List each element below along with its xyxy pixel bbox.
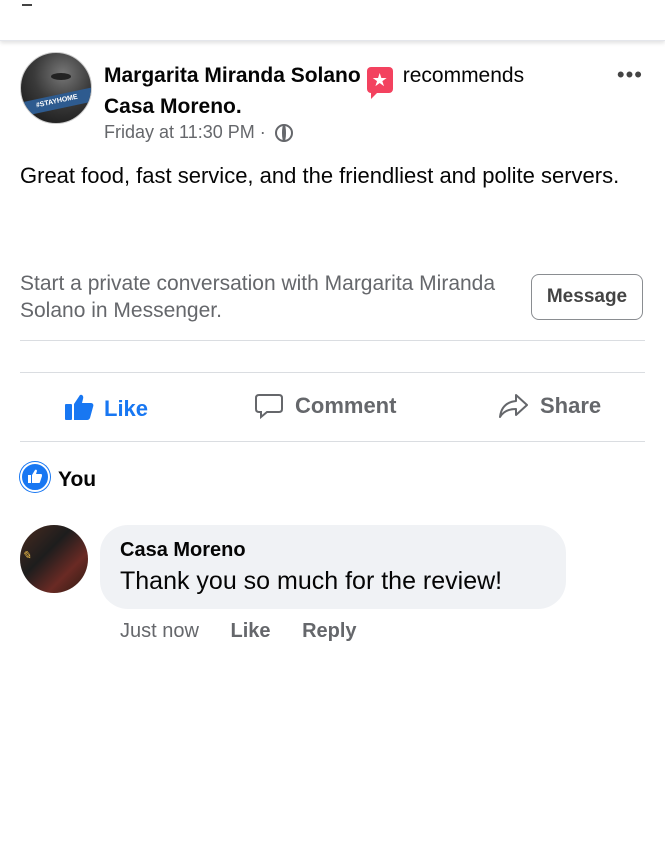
author-name[interactable]: Margarita Miranda Solano	[104, 64, 361, 87]
comment-button[interactable]: Comment	[255, 393, 396, 419]
like-reaction-icon	[20, 462, 50, 492]
reactions-summary[interactable]: You	[20, 462, 96, 492]
comment-text: Thank you so much for the review!	[120, 567, 503, 595]
like-label: Like	[104, 396, 149, 421]
avatar-sign-icon: ✎	[22, 550, 32, 562]
commenter-avatar[interactable]: ✎	[20, 525, 88, 593]
recommend-text: recommends	[402, 64, 525, 87]
recommend-badge-icon: ★	[366, 67, 393, 99]
more-options-icon[interactable]: •••	[617, 62, 643, 88]
comment-icon	[255, 394, 283, 419]
comment-bubble: Casa Moreno Thank you so much for the re…	[100, 525, 566, 609]
post-timestamp[interactable]: Friday at 11:30 PM	[104, 122, 255, 142]
reactions-label: You	[58, 468, 97, 491]
messenger-prompt: Start a private conversation with Margar…	[20, 268, 645, 341]
place-name[interactable]: Casa Moreno.	[104, 95, 242, 118]
comment-like-link[interactable]: Like	[231, 620, 271, 642]
post-header: #STAYHOME Margarita Miranda Solano ★ recom…	[20, 52, 645, 152]
thumbs-up-icon	[65, 394, 94, 420]
share-button[interactable]: Share	[498, 393, 601, 419]
top-bar	[0, 0, 665, 41]
like-button[interactable]: Like	[64, 393, 148, 422]
comment-reply-link[interactable]: Reply	[302, 620, 356, 642]
author-line: Margarita Miranda Solano ★ recommends Casa…	[104, 62, 624, 121]
messenger-prompt-text: Start a private conversation with Margar…	[20, 272, 496, 322]
avatar-eye	[51, 73, 71, 80]
avatar-caption: #STAYHOME	[21, 86, 91, 118]
comment-time: Just now	[120, 620, 199, 642]
post-text: Great food, fast service, and the friend…	[20, 163, 620, 188]
message-button[interactable]: Message	[531, 274, 643, 320]
author-avatar[interactable]: #STAYHOME	[20, 52, 92, 124]
globe-icon	[274, 124, 293, 142]
post-meta: Friday at 11:30 PM ·	[104, 122, 293, 143]
cropped-edge	[22, 0, 32, 6]
comment-author[interactable]: Casa Moreno	[120, 539, 246, 562]
comment-meta: Just now Like Reply	[120, 620, 383, 643]
share-label: Share	[540, 393, 602, 418]
share-icon	[499, 394, 528, 418]
comment-label: Comment	[295, 393, 397, 418]
meta-separator: ·	[259, 122, 266, 142]
post-actions: Like Comment Share	[20, 372, 645, 442]
